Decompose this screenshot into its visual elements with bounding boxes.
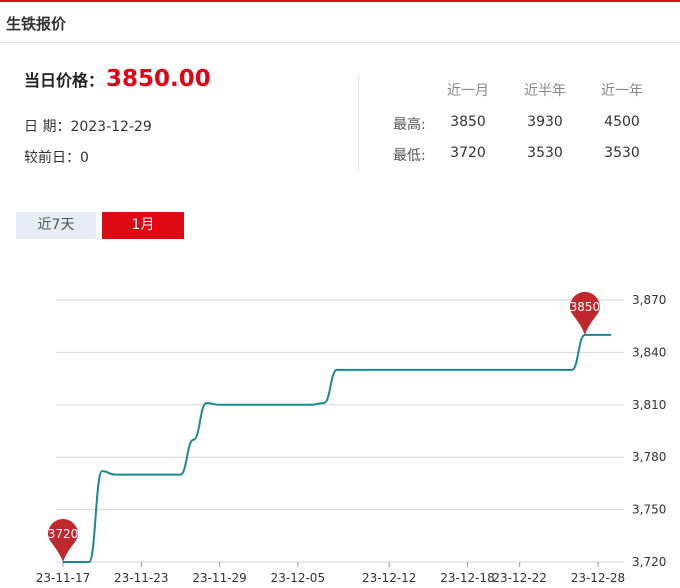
stats-cell: 4500 bbox=[604, 114, 640, 130]
y-tick-label: 3,810 bbox=[632, 398, 666, 412]
page-title: 生铁报价 bbox=[6, 15, 67, 33]
x-tick-label: 23-12-28 bbox=[571, 571, 625, 585]
x-tick-label: 23-12-22 bbox=[492, 571, 546, 585]
divider bbox=[358, 74, 359, 170]
change-label: 较前日： bbox=[24, 150, 80, 166]
stats-col-halfyear: 近半年 bbox=[524, 83, 566, 99]
tab-7-days[interactable]: 近7天 bbox=[16, 212, 96, 239]
header: 生铁报价 bbox=[0, 2, 680, 43]
x-tick-label: 23-12-18 bbox=[440, 571, 494, 585]
price-row: 当日价格： 3850.00 bbox=[24, 66, 211, 92]
stats-cell: 3930 bbox=[527, 114, 563, 130]
stats-cell: 3530 bbox=[527, 145, 563, 161]
x-tick-label: 23-11-23 bbox=[114, 571, 168, 585]
price-series-line bbox=[62, 333, 611, 563]
stats-row-high-label: 最高: bbox=[393, 117, 426, 133]
stats-cell: 3720 bbox=[450, 145, 486, 161]
y-tick-label: 3,720 bbox=[632, 555, 666, 569]
value-marker-label: 3720 bbox=[48, 527, 79, 541]
y-tick-label: 3,870 bbox=[632, 293, 666, 307]
x-tick-label: 23-11-29 bbox=[192, 571, 246, 585]
price-line-chart: 3,720 3,750 3,780 3,810 3,840 3,870 23-11-17 23… bbox=[36, 291, 666, 585]
stats-cell: 3850 bbox=[450, 114, 486, 130]
date-line: 日 期：2023-12-29 bbox=[24, 116, 152, 136]
y-tick-label: 3,840 bbox=[632, 345, 666, 359]
value-marker-label: 3850 bbox=[570, 300, 601, 314]
tab-1-month[interactable]: 1月 bbox=[102, 212, 184, 239]
change-value: 0 bbox=[80, 150, 89, 166]
stats-col-year: 近一年 bbox=[601, 83, 643, 99]
x-tick-label: 23-11-17 bbox=[36, 571, 90, 585]
price-label: 当日价格： bbox=[24, 71, 105, 90]
stats-col-month: 近一月 bbox=[447, 83, 489, 99]
stats-cell: 3530 bbox=[604, 145, 640, 161]
y-tick-label: 3,780 bbox=[632, 450, 666, 464]
x-tick-label: 23-12-12 bbox=[362, 571, 416, 585]
stats-row-low-label: 最低: bbox=[393, 148, 426, 164]
y-tick-label: 3,750 bbox=[632, 503, 666, 517]
price-value: 3850.00 bbox=[106, 66, 211, 92]
date-value: 2023-12-29 bbox=[70, 119, 152, 135]
x-tick-label: 23-12-05 bbox=[271, 571, 325, 585]
change-line: 较前日：0 bbox=[24, 147, 89, 167]
date-label: 日 期： bbox=[24, 119, 71, 135]
